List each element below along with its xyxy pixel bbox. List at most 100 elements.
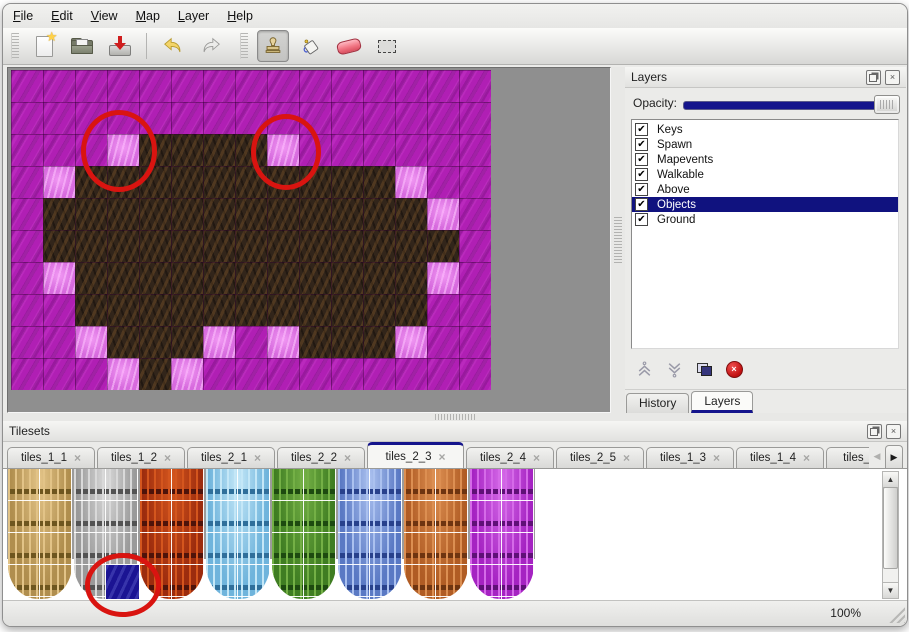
map-tile[interactable] [235, 262, 267, 294]
layer-visible-checkbox[interactable]: ✔ [635, 153, 648, 166]
map-tile[interactable] [11, 230, 43, 262]
map-tile[interactable] [459, 294, 491, 326]
menu-layer[interactable]: Layer [178, 9, 209, 23]
tab-history[interactable]: History [626, 393, 689, 413]
map-tile[interactable] [427, 134, 459, 166]
map-tile[interactable] [203, 262, 235, 294]
opacity-slider-handle[interactable] [874, 95, 900, 114]
map-tile[interactable] [171, 230, 203, 262]
map-tile[interactable] [43, 294, 75, 326]
map-tile[interactable] [43, 326, 75, 358]
map-tile[interactable] [395, 326, 427, 358]
layer-row-keys[interactable]: ✔Keys [632, 122, 898, 137]
close-tab-icon[interactable]: × [803, 452, 810, 464]
eraser-tool-button[interactable] [333, 30, 365, 62]
layer-visible-checkbox[interactable]: ✔ [635, 123, 648, 136]
map-tile[interactable] [11, 134, 43, 166]
map-tile[interactable] [107, 326, 139, 358]
map-tile[interactable] [11, 70, 43, 102]
map-tile[interactable] [331, 262, 363, 294]
map-tile[interactable] [107, 134, 139, 166]
map-tile[interactable] [331, 134, 363, 166]
map-tile[interactable] [363, 358, 395, 390]
map-tile[interactable] [171, 134, 203, 166]
close-tab-icon[interactable]: × [623, 452, 630, 464]
close-tab-icon[interactable]: × [344, 452, 351, 464]
map-tile[interactable] [363, 230, 395, 262]
map-tile[interactable] [235, 358, 267, 390]
float-panel-icon[interactable] [867, 424, 882, 439]
close-panel-icon[interactable]: × [885, 70, 900, 85]
map-tile[interactable] [395, 358, 427, 390]
map-tile[interactable] [395, 134, 427, 166]
layer-row-mapevents[interactable]: ✔Mapevents [632, 152, 898, 167]
layer-row-spawn[interactable]: ✔Spawn [632, 137, 898, 152]
map-tile[interactable] [459, 262, 491, 294]
close-tab-icon[interactable]: × [713, 452, 720, 464]
map-tile[interactable] [459, 326, 491, 358]
map-tile[interactable] [459, 102, 491, 134]
menu-view[interactable]: View [91, 9, 118, 23]
map-tile[interactable] [139, 326, 171, 358]
map-tile[interactable] [363, 70, 395, 102]
map-tile[interactable] [395, 198, 427, 230]
map-tile[interactable] [11, 102, 43, 134]
map-tile[interactable] [75, 230, 107, 262]
raise-layer-button[interactable] [631, 357, 657, 381]
layer-visible-checkbox[interactable]: ✔ [635, 183, 648, 196]
tileset-tab-tiles_2_5[interactable]: tiles_2_5× [556, 447, 644, 468]
map-tile[interactable] [203, 294, 235, 326]
map-tile[interactable] [427, 262, 459, 294]
map-tile[interactable] [299, 134, 331, 166]
map-tile[interactable] [43, 198, 75, 230]
tileset-tab-tiles_2_4[interactable]: tiles_2_4× [466, 447, 554, 468]
resize-grip[interactable] [887, 607, 905, 623]
map-tile[interactable] [299, 102, 331, 134]
map-tile[interactable] [171, 102, 203, 134]
new-map-button[interactable]: ★ [28, 30, 60, 62]
tileset-column-tan[interactable] [8, 469, 72, 599]
tileset-column-orange[interactable] [404, 469, 468, 599]
layer-row-walkable[interactable]: ✔Walkable [632, 167, 898, 182]
map-tile[interactable] [75, 134, 107, 166]
tileset-column-red[interactable] [140, 469, 204, 599]
map-tile[interactable] [427, 70, 459, 102]
map-tile[interactable] [395, 166, 427, 198]
map-tile[interactable] [139, 294, 171, 326]
map-tile[interactable] [427, 166, 459, 198]
map-tile[interactable] [11, 358, 43, 390]
close-tab-icon[interactable]: × [533, 452, 540, 464]
save-map-button[interactable] [104, 30, 136, 62]
map-tile[interactable] [427, 326, 459, 358]
map-tile[interactable] [43, 230, 75, 262]
tileset-tab-tiles_2_1[interactable]: tiles_2_1× [187, 447, 275, 468]
map-tile[interactable] [459, 134, 491, 166]
delete-layer-button[interactable]: × [721, 357, 747, 381]
tileset-tab-tiles_2_3[interactable]: tiles_2_3× [367, 442, 464, 468]
tileset-scrollbar[interactable]: ▲ ▼ [882, 471, 899, 599]
map-tile[interactable] [299, 166, 331, 198]
float-panel-icon[interactable] [866, 70, 881, 85]
map-tile[interactable] [427, 102, 459, 134]
map-tile[interactable] [203, 166, 235, 198]
tileset-tab-tiles_1_2[interactable]: tiles_1_2× [97, 447, 185, 468]
map-tile[interactable] [171, 358, 203, 390]
map-tile[interactable] [203, 326, 235, 358]
close-panel-icon[interactable]: × [886, 424, 901, 439]
tileset-column-sky-blue[interactable] [206, 469, 270, 599]
map-tile[interactable] [459, 230, 491, 262]
scroll-tabs-right-button[interactable]: ▶ [885, 445, 903, 468]
redo-button[interactable] [195, 30, 227, 62]
menu-map[interactable]: Map [136, 9, 160, 23]
map-tile[interactable] [267, 166, 299, 198]
map-tile[interactable] [75, 198, 107, 230]
map-tile[interactable] [363, 102, 395, 134]
map-tile[interactable] [395, 102, 427, 134]
map-tile[interactable] [11, 166, 43, 198]
map-tile[interactable] [299, 326, 331, 358]
map-tile[interactable] [299, 294, 331, 326]
map-tile[interactable] [139, 134, 171, 166]
map-tile[interactable] [107, 230, 139, 262]
close-tab-icon[interactable]: × [164, 452, 171, 464]
map-tile[interactable] [107, 166, 139, 198]
